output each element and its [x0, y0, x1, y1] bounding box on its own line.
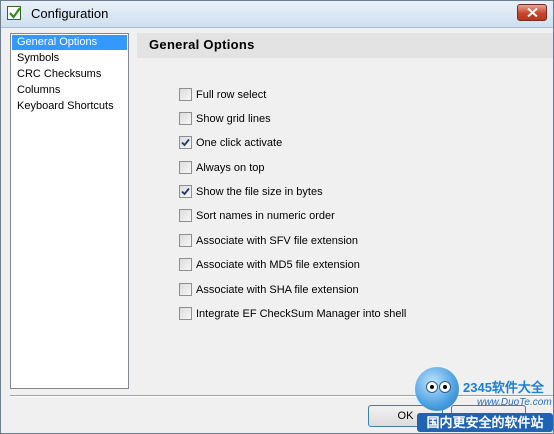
configuration-window: Configuration General Options Symbols CR… [0, 0, 554, 434]
checkbox[interactable] [179, 234, 192, 247]
checkbox[interactable] [179, 283, 192, 296]
mascot-icon [415, 367, 459, 411]
title-bar[interactable]: Configuration [1, 1, 553, 28]
window-title: Configuration [31, 6, 109, 21]
checkbox[interactable] [179, 161, 192, 174]
options-panel: General Options Full row select Show gri… [137, 33, 553, 389]
watermark-slogan: 国内更安全的软件站 [417, 413, 553, 432]
category-item-crc-checksums[interactable]: CRC Checksums [12, 67, 127, 82]
category-item-keyboard-shortcuts[interactable]: Keyboard Shortcuts [12, 99, 127, 114]
option-label: Sort names in numeric order [196, 210, 335, 222]
option-label: Show the file size in bytes [196, 186, 323, 198]
category-list[interactable]: General Options Symbols CRC Checksums Co… [10, 33, 129, 389]
option-label: Show grid lines [196, 113, 271, 125]
checkmark-icon [181, 187, 190, 196]
option-label: One click activate [196, 137, 283, 149]
checkbox[interactable] [179, 185, 192, 198]
option-label: Associate with MD5 file extension [196, 259, 360, 271]
checkbox[interactable] [179, 209, 192, 222]
checkmark-icon [181, 138, 190, 147]
option-label: Associate with SHA file extension [196, 284, 359, 296]
panel-header: General Options [137, 33, 553, 58]
watermark-overlay: 2345软件大全 www.DuoTe.com 国内更安全的软件站 [411, 363, 553, 433]
category-item-columns[interactable]: Columns [12, 83, 127, 98]
option-label: Full row select [196, 89, 267, 101]
option-label: Always on top [196, 162, 265, 174]
panel-title: General Options [149, 37, 255, 52]
checkmark-app-icon [7, 6, 21, 20]
watermark-site: www.DuoTe.com [477, 397, 552, 408]
checkbox[interactable] [179, 307, 192, 320]
category-item-general-options[interactable]: General Options [12, 35, 127, 50]
option-label: Associate with SFV file extension [196, 235, 359, 247]
category-item-symbols[interactable]: Symbols [12, 51, 127, 66]
close-button[interactable] [517, 4, 547, 21]
checkbox[interactable] [179, 88, 192, 101]
close-icon [527, 8, 538, 17]
checkbox[interactable] [179, 258, 192, 271]
checkbox[interactable] [179, 136, 192, 149]
watermark-brand: 2345软件大全 [463, 380, 544, 395]
checkbox[interactable] [179, 112, 192, 125]
option-label: Integrate EF CheckSum Manager into shell [196, 308, 407, 320]
